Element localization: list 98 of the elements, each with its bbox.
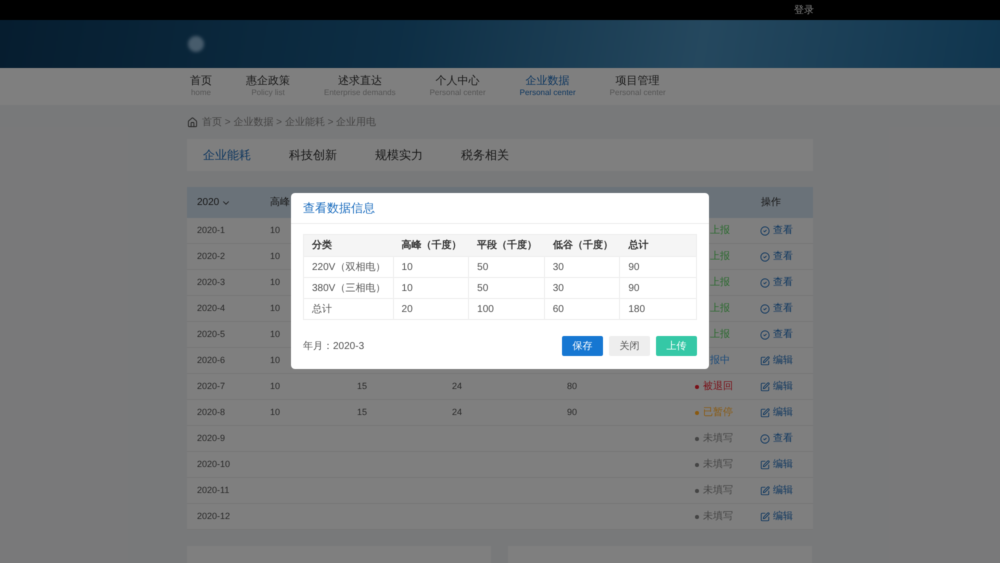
action-link[interactable]: 查看: [760, 431, 793, 446]
table-cell: 2020-1: [197, 224, 226, 235]
dialog-button[interactable]: 关闭: [609, 336, 650, 356]
column-header: 高峰: [270, 196, 290, 210]
tab[interactable]: 科技创新: [289, 146, 337, 164]
status-text: 上报: [710, 250, 730, 264]
table-cell-text: 30: [552, 260, 564, 274]
status-text: 未填写: [703, 510, 733, 524]
table-cell: 10: [270, 354, 280, 365]
table-cell: 10: [270, 250, 280, 261]
table-cell-text: 90: [628, 282, 640, 296]
status-text: 被退回: [703, 380, 733, 394]
status-text: 已暂停: [703, 406, 733, 420]
dialog-button[interactable]: 上传: [656, 336, 697, 356]
table-cell: 2020-8: [197, 406, 226, 417]
table-cell: 80: [567, 380, 578, 391]
table-cell: 2020-6: [197, 354, 226, 365]
column-header: 高峰（千度）: [402, 240, 462, 251]
dialog-button[interactable]: 保存: [562, 336, 603, 356]
table-cell: 2020-11: [197, 484, 230, 495]
table-cell-text: 50: [477, 282, 488, 296]
table-cell: 10: [270, 406, 280, 417]
table-cell-text: 总计: [312, 302, 332, 316]
table-cell: 2020-12: [197, 510, 230, 521]
status-text: 未填写: [703, 458, 733, 472]
table-cell: 10: [270, 276, 280, 287]
nav-item[interactable]: 企业数据 Personal center: [520, 74, 576, 98]
table-cell: 2020-3: [197, 276, 226, 287]
period-label: 年月：2020-3: [303, 340, 364, 354]
table-cell: 2020-2: [197, 250, 226, 261]
table-cell: 2020-9: [197, 432, 226, 443]
table-cell: 2020-4: [197, 302, 226, 313]
action-link[interactable]: 查看: [760, 223, 793, 238]
action-link[interactable]: 编辑: [760, 379, 793, 394]
table-cell-text: 380V（三相电）: [312, 282, 386, 296]
table-cell: 24: [452, 380, 462, 391]
edit-icon: [760, 486, 770, 496]
check-circle-icon: [760, 434, 770, 444]
table-cell-text: 50: [477, 260, 488, 274]
check-circle-icon: [760, 278, 770, 288]
home-icon: [187, 116, 198, 128]
table-cell: 2020-5: [197, 328, 226, 339]
status-text: 上报: [710, 224, 730, 238]
status-text: 上报: [710, 276, 730, 290]
login-link[interactable]: 登录: [794, 2, 814, 18]
table-cell-text: 20: [402, 302, 413, 316]
tab[interactable]: 税务相关: [461, 146, 509, 164]
status-text: 未填写: [703, 432, 733, 446]
action-link[interactable]: 查看: [760, 301, 793, 316]
table-cell: 15: [357, 380, 368, 391]
edit-icon: [760, 408, 770, 418]
table-cell: 10: [270, 302, 280, 313]
action-link[interactable]: 查看: [760, 249, 793, 264]
check-circle-icon: [760, 252, 770, 262]
column-header: 平段（千度）: [477, 240, 538, 251]
year-dropdown[interactable]: 2020: [187, 195, 270, 210]
check-circle-icon: [760, 226, 770, 236]
table-cell-text: 100: [477, 302, 494, 316]
action-link[interactable]: 编辑: [760, 483, 793, 498]
column-header: 分类: [312, 240, 332, 251]
table-cell: 10: [270, 328, 280, 339]
action-link[interactable]: 查看: [760, 327, 793, 342]
table-cell-text: 90: [628, 260, 640, 274]
status-text: 报中: [710, 354, 730, 368]
column-header: 总计: [628, 240, 648, 251]
check-circle-icon: [760, 330, 770, 340]
action-link[interactable]: 查看: [760, 275, 793, 290]
table-cell-text: 30: [552, 282, 564, 296]
table-cell-text: 10: [402, 260, 413, 274]
action-link[interactable]: 编辑: [760, 509, 793, 524]
action-link[interactable]: 编辑: [760, 353, 793, 368]
status-text: 上报: [710, 302, 730, 316]
table-cell-text: 60: [552, 302, 564, 316]
table-cell-text: 220V（双相电）: [312, 260, 386, 274]
tab[interactable]: 规模实力: [375, 146, 423, 164]
dialog-title: 查看数据信息: [303, 200, 375, 217]
table-cell: 10: [270, 380, 280, 391]
table-cell: 2020-7: [197, 380, 226, 391]
table-cell: 15: [357, 406, 368, 417]
tab[interactable]: 企业能耗: [203, 146, 251, 164]
status-text: 未填写: [703, 484, 733, 498]
status-text: 上报: [710, 328, 730, 342]
table-cell: 10: [270, 224, 280, 235]
check-circle-icon: [760, 304, 770, 314]
column-header: 低谷（千度）: [552, 240, 613, 251]
table-cell: 2020-10: [197, 458, 230, 469]
table-cell: 90: [567, 406, 578, 417]
action-link[interactable]: 编辑: [760, 405, 793, 420]
edit-icon: [760, 460, 770, 470]
action-link[interactable]: 编辑: [760, 457, 793, 472]
edit-icon: [760, 512, 770, 522]
edit-icon: [760, 382, 770, 392]
table-cell: 24: [452, 406, 462, 417]
edit-icon: [760, 356, 770, 366]
table-cell-text: 10: [402, 282, 413, 296]
table-cell-text: 180: [628, 302, 646, 316]
logo-icon: [186, 34, 206, 54]
column-header: 操作: [761, 197, 781, 208]
